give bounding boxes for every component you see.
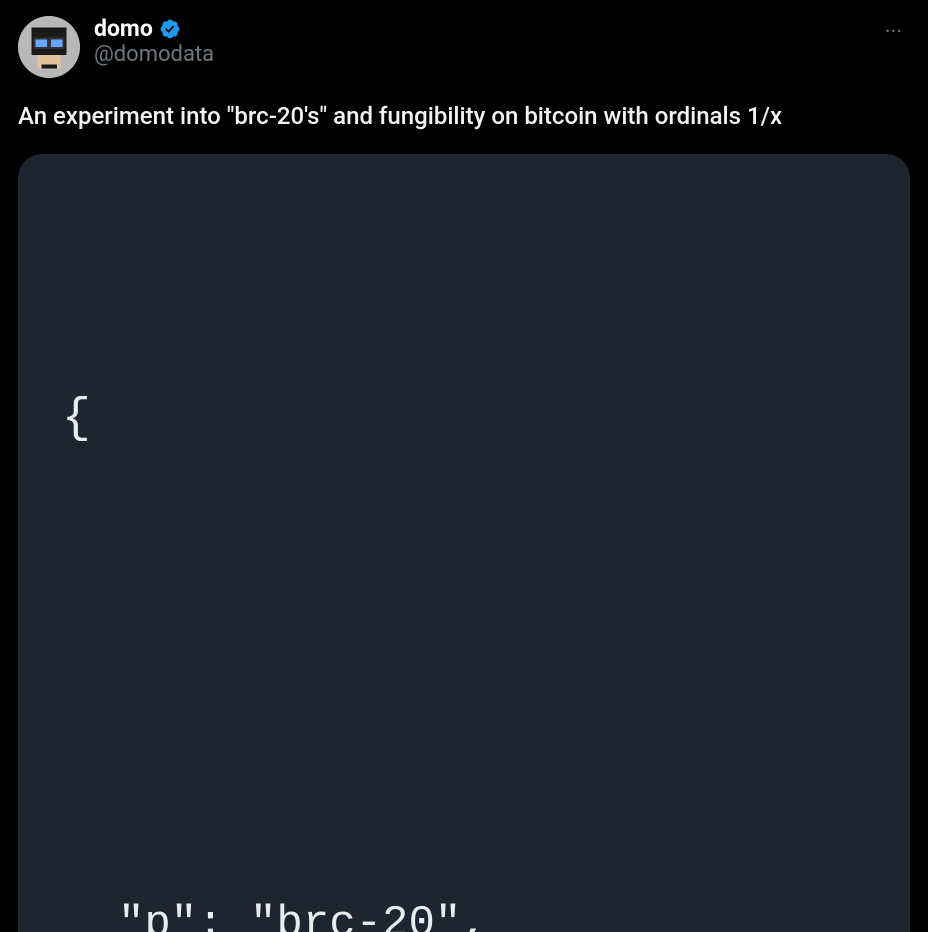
code-brace-open: {: [62, 386, 866, 453]
display-name[interactable]: domo: [94, 16, 153, 41]
avatar[interactable]: [18, 16, 80, 78]
tweet-header: domo @domodata ···: [18, 16, 910, 78]
author-name-line: domo: [94, 16, 214, 41]
code-line: "p": "brc-20",: [62, 882, 866, 932]
more-options-button[interactable]: ···: [877, 16, 910, 50]
code-block: { "p": "brc-20", "op": "deploy", "tick":…: [62, 214, 866, 932]
tweet: domo @domodata ··· An experiment into "b…: [0, 0, 928, 932]
avatar-image: [18, 16, 80, 78]
tweet-text: An experiment into "brc-20's" and fungib…: [18, 100, 910, 132]
handle[interactable]: @domodata: [94, 41, 214, 69]
verified-badge-icon: [159, 18, 181, 40]
author-block: domo @domodata: [94, 16, 214, 69]
code-blank-line: [62, 625, 866, 711]
code-card: { "p": "brc-20", "op": "deploy", "tick":…: [18, 154, 910, 932]
